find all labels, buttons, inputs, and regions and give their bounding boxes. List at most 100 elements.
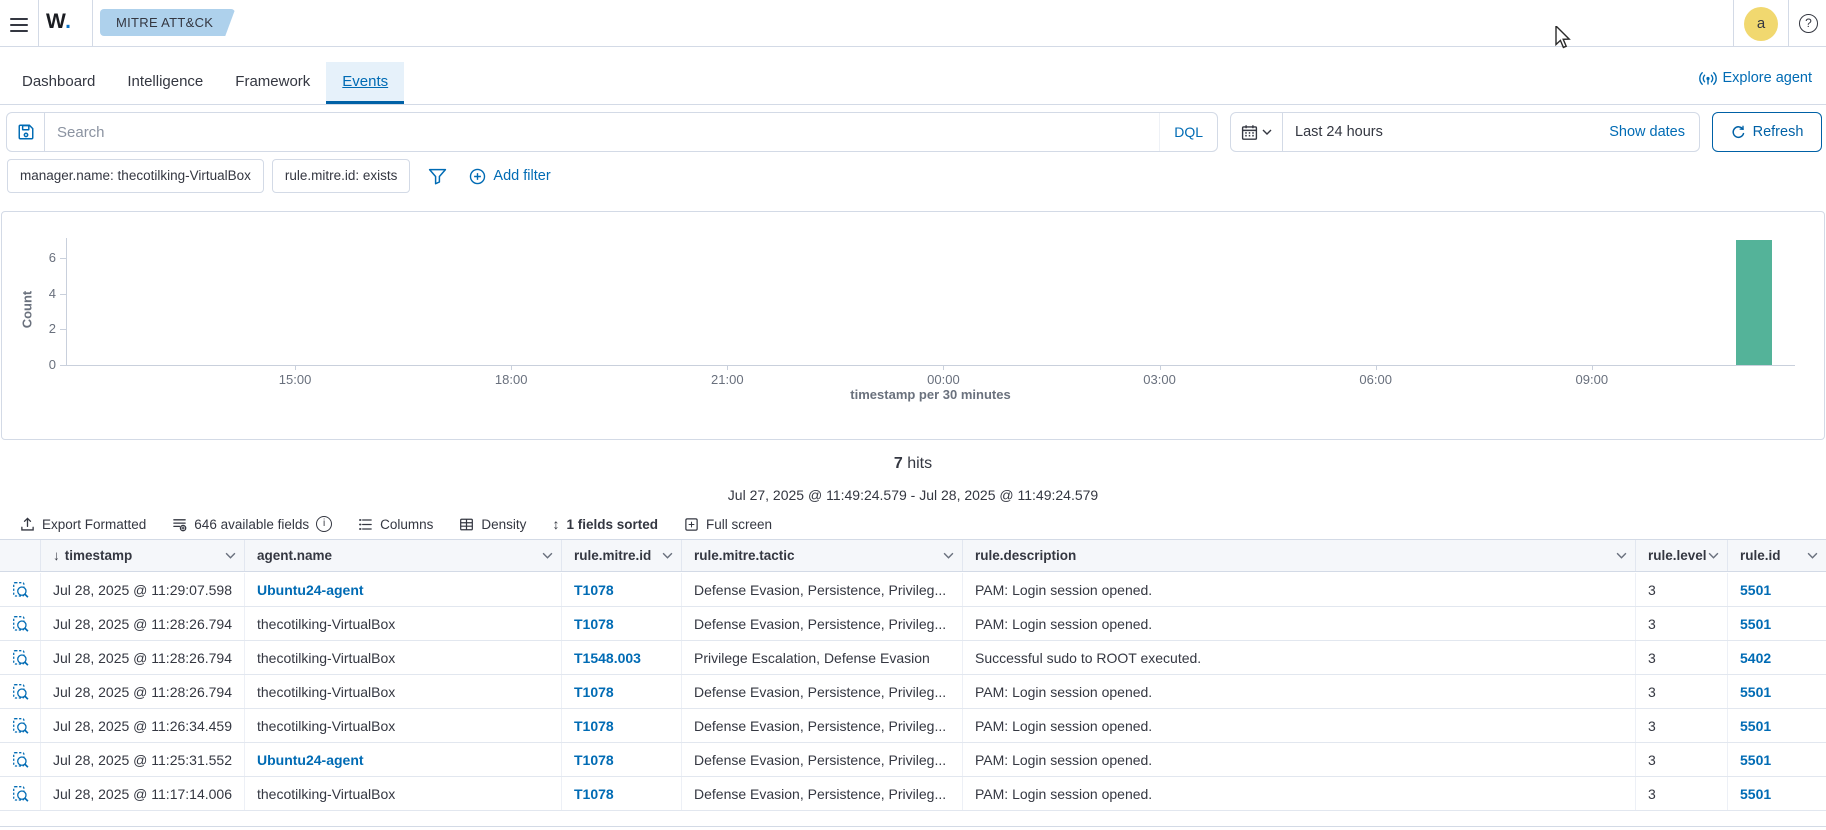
x-axis-title: timestamp per 30 minutes [66,387,1795,402]
rule-description-cell: PAM: Login session opened. [963,743,1636,776]
chevron-down-icon[interactable] [1708,552,1719,559]
search-input[interactable] [45,124,1159,141]
fullscreen-button[interactable]: Full screen [684,517,772,532]
tab-dashboard[interactable]: Dashboard [6,62,111,104]
header-rule-description[interactable]: rule.description [963,540,1636,571]
chevron-down-icon[interactable] [662,552,673,559]
chevron-down-icon[interactable] [1616,552,1627,559]
rule-id-cell[interactable]: 5501 [1728,743,1826,776]
rule-id-cell[interactable]: 5501 [1728,709,1826,742]
filter-funnel-icon[interactable] [428,168,447,185]
y-tick-label: 4 [20,286,56,301]
show-dates-button[interactable]: Show dates [1595,124,1699,140]
table-row: Jul 28, 2025 @ 11:25:31.552 Ubuntu24-age… [0,743,1826,777]
table-header: ↓timestamp agent.name rule.mitre.id rule… [0,539,1826,572]
rule-mitre-id-cell[interactable]: T1078 [562,573,682,606]
inspect-document-icon[interactable] [12,751,29,769]
export-button[interactable]: Export Formatted [20,517,146,532]
rule-mitre-tactic-cell: Defense Evasion, Persistence, Privileg..… [682,777,963,810]
x-tick-label: 03:00 [1130,372,1190,387]
rule-id-cell[interactable]: 5501 [1728,777,1826,810]
agent-name-cell[interactable]: Ubuntu24-agent [245,743,562,776]
wazuh-logo[interactable]: W. [46,10,72,34]
rule-mitre-id-cell[interactable]: T1078 [562,675,682,708]
rule-level-cell: 3 [1636,641,1728,674]
x-tick-label: 09:00 [1562,372,1622,387]
histogram-bar[interactable] [1736,240,1772,365]
inspect-document-icon[interactable] [12,615,29,633]
filter-pill-manager-name[interactable]: manager.name: thecotilking-VirtualBox [7,159,264,193]
info-icon[interactable]: i [316,516,332,532]
filter-pill-mitre-exists[interactable]: rule.mitre.id: exists [272,159,411,193]
agent-name-cell: thecotilking-VirtualBox [245,641,562,674]
fields-sorted-button[interactable]: ↕ 1 fields sorted [552,516,658,532]
rule-id-cell[interactable]: 5402 [1728,641,1826,674]
header-rule-mitre-id[interactable]: rule.mitre.id [562,540,682,571]
refresh-icon [1731,125,1746,140]
header-rule-level[interactable]: rule.level [1636,540,1728,571]
avatar[interactable]: a [1744,7,1778,41]
header-timestamp[interactable]: ↓timestamp [41,540,245,571]
columns-button[interactable]: Columns [358,517,433,532]
rule-level-cell: 3 [1636,675,1728,708]
refresh-button[interactable]: Refresh [1712,112,1822,152]
header-rule-id[interactable]: rule.id [1728,540,1826,571]
rule-id-cell[interactable]: 5501 [1728,675,1826,708]
add-filter-button[interactable]: Add filter [469,168,550,185]
rule-mitre-id-cell[interactable]: T1078 [562,607,682,640]
export-icon [20,517,35,532]
rule-mitre-tactic-cell: Defense Evasion, Persistence, Privileg..… [682,573,963,606]
timestamp-cell: Jul 28, 2025 @ 11:28:26.794 [41,607,245,640]
header-agent-name[interactable]: agent.name [245,540,562,571]
table-body: Jul 28, 2025 @ 11:29:07.598 Ubuntu24-age… [0,573,1826,811]
help-icon[interactable]: ? [1799,14,1818,33]
rule-level-cell: 3 [1636,743,1728,776]
tab-events[interactable]: Events [326,62,404,104]
chevron-down-icon[interactable] [225,552,236,559]
rule-id-cell[interactable]: 5501 [1728,573,1826,606]
rule-description-cell: Successful sudo to ROOT executed. [963,641,1636,674]
rule-id-cell[interactable]: 5501 [1728,607,1826,640]
agent-name-cell[interactable]: Ubuntu24-agent [245,573,562,606]
chevron-down-icon[interactable] [943,552,954,559]
rule-mitre-id-cell[interactable]: T1078 [562,709,682,742]
density-button[interactable]: Density [459,517,526,532]
chevron-down-icon[interactable] [542,552,553,559]
y-tick-label: 6 [20,250,56,265]
rule-description-cell: PAM: Login session opened. [963,675,1636,708]
rule-mitre-tactic-cell: Defense Evasion, Persistence, Privileg..… [682,743,963,776]
table-row: Jul 28, 2025 @ 11:29:07.598 Ubuntu24-age… [0,573,1826,607]
inspect-document-icon[interactable] [12,785,29,803]
calendar-dropdown[interactable] [1231,113,1283,151]
y-tick-label: 0 [20,357,56,372]
y-tick-mark [60,294,66,295]
inspect-document-icon[interactable] [12,649,29,667]
timestamp-cell: Jul 28, 2025 @ 11:25:31.552 [41,743,245,776]
rule-mitre-id-cell[interactable]: T1078 [562,743,682,776]
rule-mitre-id-cell[interactable]: T1548.003 [562,641,682,674]
tab-framework[interactable]: Framework [219,62,326,104]
query-language-button[interactable]: DQL [1159,113,1217,151]
header-rule-mitre-tactic[interactable]: rule.mitre.tactic [682,540,963,571]
rule-description-cell: PAM: Login session opened. [963,573,1636,606]
chevron-down-icon[interactable] [1807,552,1818,559]
rule-mitre-id-cell[interactable]: T1078 [562,777,682,810]
y-axis-line [66,238,67,366]
save-query-icon[interactable] [7,113,45,151]
breadcrumb-badge[interactable]: MITRE ATT&CK [100,9,235,36]
inspect-document-icon[interactable] [12,683,29,701]
explore-agent-button[interactable]: Explore agent [1699,70,1812,86]
rule-mitre-tactic-cell: Defense Evasion, Persistence, Privileg..… [682,675,963,708]
inspect-document-icon[interactable] [12,581,29,599]
x-tick-label: 18:00 [481,372,541,387]
time-range-label[interactable]: Last 24 hours [1283,124,1595,140]
menu-icon[interactable] [8,14,30,34]
hits-summary: 7 hits [0,455,1826,473]
tab-intelligence[interactable]: Intelligence [111,62,219,104]
agent-name-cell: thecotilking-VirtualBox [245,607,562,640]
histogram-chart[interactable]: Count timestamp per 30 minutes 024615:00… [0,211,1826,440]
hits-count: 7 [894,455,903,472]
divider [1733,0,1734,47]
inspect-document-icon[interactable] [12,717,29,735]
available-fields-button[interactable]: 646 available fields i [172,516,332,532]
